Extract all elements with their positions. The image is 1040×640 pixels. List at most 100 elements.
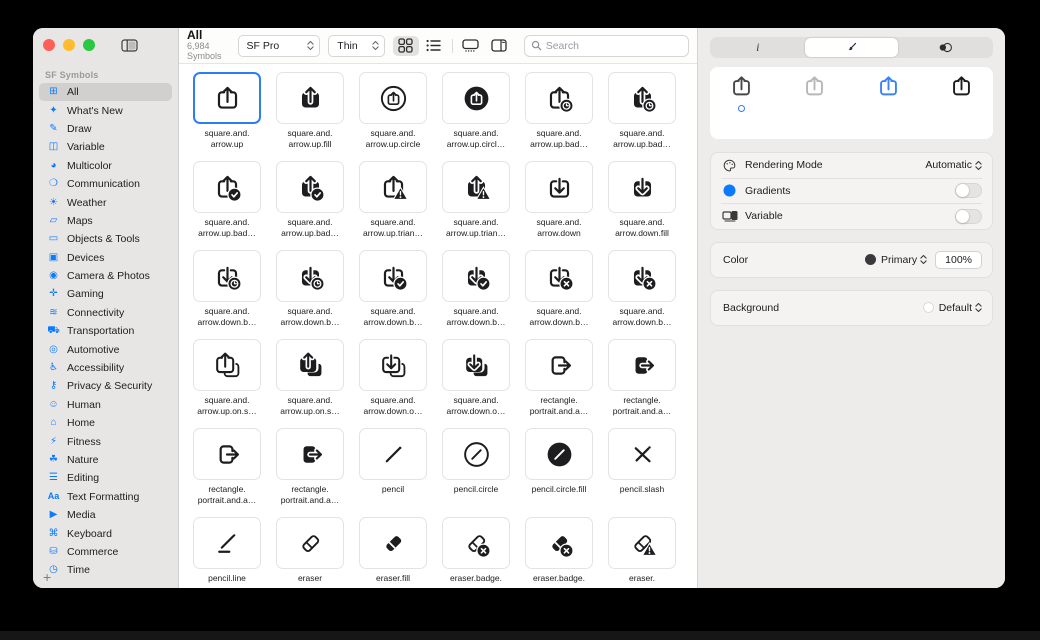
add-collection-button[interactable]: + <box>43 570 51 584</box>
sidebar-item-whats-new[interactable]: ✦What's New <box>39 101 172 119</box>
sq-up-fill-icon <box>295 83 326 114</box>
sidebar-item-label: Privacy & Security <box>67 380 152 392</box>
symbol-tile-rect-right-fill[interactable] <box>276 428 344 480</box>
gradients-toggle[interactable] <box>955 183 982 198</box>
list-view-button[interactable] <box>421 36 447 56</box>
sidebar-item-connectivity[interactable]: ≋Connectivity <box>39 304 172 322</box>
tab-info[interactable]: i <box>711 38 805 57</box>
symbol-tile-pencil-slash[interactable] <box>608 428 676 480</box>
symbol-tile-rect-right[interactable] <box>525 339 593 391</box>
sidebar-item-accessibility[interactable]: ♿Accessibility <box>39 359 172 377</box>
symbol-tile-sq-down-fill-badge-x[interactable] <box>608 250 676 302</box>
symbol-tile-sq-up-fill-badge-clock[interactable] <box>608 72 676 124</box>
symbol-tile-sq-up-badge-warn[interactable] <box>359 161 427 213</box>
symbol-tile-rect-right[interactable] <box>193 428 261 480</box>
sidebar-item-label: Human <box>67 399 101 411</box>
symbol-tile-sq-up-double-fill[interactable] <box>276 339 344 391</box>
preview-variant-3[interactable] <box>875 73 902 137</box>
sidebar-item-fitness[interactable]: ⚡Fitness <box>39 432 172 450</box>
sidebar-item-draw[interactable]: ✎Draw <box>39 120 172 138</box>
symbol-tile-pencil-circle-fill[interactable] <box>525 428 593 480</box>
sidebar-item-objects-tools[interactable]: ▭Objects & Tools <box>39 230 172 248</box>
sidebar-item-keyboard[interactable]: ⌘Keyboard <box>39 524 172 542</box>
grid-view-button[interactable] <box>393 36 419 56</box>
inspector-toggle-button[interactable] <box>486 36 512 56</box>
sidebar-item-privacy-security[interactable]: ⚷Privacy & Security <box>39 377 172 395</box>
symbol-tile-sq-down-fill-badge-check[interactable] <box>442 250 510 302</box>
preview-variant-2[interactable] <box>801 73 828 137</box>
symbol-tile-sq-down-badge-check[interactable] <box>359 250 427 302</box>
symbol-tile-sq-up-circle-fill[interactable] <box>442 72 510 124</box>
sidebar-item-transportation[interactable]: ⛟Transportation <box>39 322 172 340</box>
symbol-tile-sq-up-fill[interactable] <box>276 72 344 124</box>
sidebar-item-all[interactable]: ⊞All <box>39 83 172 101</box>
sidebar-item-home[interactable]: ⌂Home <box>39 414 172 432</box>
symbol-cell: square.and.arrow.down.b… <box>276 250 344 328</box>
symbol-tile-sq-down-fill[interactable] <box>608 161 676 213</box>
sidebar-item-nature[interactable]: ☘Nature <box>39 451 172 469</box>
symbol-tile-pencil-circle[interactable] <box>442 428 510 480</box>
preview-variant-1[interactable] <box>728 73 755 137</box>
sidebar-item-multicolor[interactable]: ◕Multicolor <box>39 157 172 175</box>
gallery-view-button[interactable] <box>458 36 484 56</box>
sidebar-toggle-icon[interactable] <box>121 39 138 52</box>
symbol-cell: square.and.arrow.up.circl… <box>442 72 510 150</box>
eraser-fill-badge-x-icon <box>544 528 575 559</box>
variable-toggle[interactable] <box>955 209 982 224</box>
symbol-tile-sq-down-double-fill[interactable] <box>442 339 510 391</box>
symbol-tile-pencil[interactable] <box>359 428 427 480</box>
search-input[interactable]: Search <box>524 35 689 57</box>
symbol-label: pencil.circle <box>442 484 510 495</box>
sidebar-item-variable[interactable]: ◫Variable <box>39 138 172 156</box>
sidebar-item-camera-photos[interactable]: ◉Camera & Photos <box>39 267 172 285</box>
sidebar-item-gaming[interactable]: ✛Gaming <box>39 285 172 303</box>
symbol-tile-eraser-badge-x[interactable] <box>442 517 510 569</box>
symbol-tile-rect-right-fill[interactable] <box>608 339 676 391</box>
symbol-tile-sq-down-double[interactable] <box>359 339 427 391</box>
symbol-tile-sq-down[interactable] <box>525 161 593 213</box>
sidebar-item-commerce[interactable]: ⛁Commerce <box>39 543 172 561</box>
symbol-tile-sq-down-fill-badge-clock[interactable] <box>276 250 344 302</box>
symbol-tile-sq-up-badge-clock[interactable] <box>525 72 593 124</box>
maximize-button[interactable] <box>83 39 95 51</box>
sidebar-item-human[interactable]: ☺Human <box>39 396 172 414</box>
sidebar-item-weather[interactable]: ☀Weather <box>39 193 172 211</box>
symbol-tile-sq-up-badge-check[interactable] <box>193 161 261 213</box>
color-select[interactable]: Primary <box>865 254 927 266</box>
symbol-tile-sq-down-badge-clock[interactable] <box>193 250 261 302</box>
sidebar-item-time[interactable]: ◷Time <box>39 561 172 579</box>
symbol-tile-eraser[interactable] <box>276 517 344 569</box>
symbol-cell: square.and.arrow.down.o… <box>359 339 427 417</box>
symbol-cell: square.and.arrow.up.bad… <box>276 161 344 239</box>
tab-appearance[interactable] <box>805 38 899 57</box>
symbol-tile-eraser-fill[interactable] <box>359 517 427 569</box>
symbol-tile-eraser-fill-badge-x[interactable] <box>525 517 593 569</box>
symbol-tile-sq-down-badge-x[interactable] <box>525 250 593 302</box>
symbol-tile-sq-up-fill-badge-check[interactable] <box>276 161 344 213</box>
tab-animation[interactable] <box>898 38 992 57</box>
background-select[interactable]: Default <box>923 302 982 314</box>
weight-select[interactable]: Thin <box>328 35 384 57</box>
editing-icon: ☰ <box>45 473 62 483</box>
symbol-tile-sq-up-fill-badge-warn[interactable] <box>442 161 510 213</box>
preview-variant-4[interactable] <box>948 73 975 137</box>
close-button[interactable] <box>43 39 55 51</box>
sidebar-item-editing[interactable]: ☰Editing <box>39 469 172 487</box>
symbol-tile-sq-up-double[interactable] <box>193 339 261 391</box>
color-opacity-field[interactable]: 100% <box>935 251 982 269</box>
inspector-panel: i Rendering Mode Automatic G <box>697 28 1005 588</box>
sidebar-item-maps[interactable]: ▱Maps <box>39 212 172 230</box>
symbol-tile-sq-up[interactable] <box>193 72 261 124</box>
symbol-tile-eraser-badge-warn[interactable] <box>608 517 676 569</box>
gradients-label: Gradients <box>745 185 791 197</box>
symbol-tile-sq-up-circle[interactable] <box>359 72 427 124</box>
rendering-mode-select[interactable]: Automatic <box>925 159 982 171</box>
sidebar-item-automotive[interactable]: ◎Automotive <box>39 340 172 358</box>
minimize-button[interactable] <box>63 39 75 51</box>
sidebar-item-media[interactable]: ▶Media <box>39 506 172 524</box>
font-select[interactable]: SF Pro <box>238 35 321 57</box>
sidebar-item-devices[interactable]: ▣Devices <box>39 249 172 267</box>
symbol-tile-pencil-line[interactable] <box>193 517 261 569</box>
sidebar-item-communication[interactable]: ❍Communication <box>39 175 172 193</box>
sidebar-item-text-formatting[interactable]: AaText Formatting <box>39 488 172 506</box>
